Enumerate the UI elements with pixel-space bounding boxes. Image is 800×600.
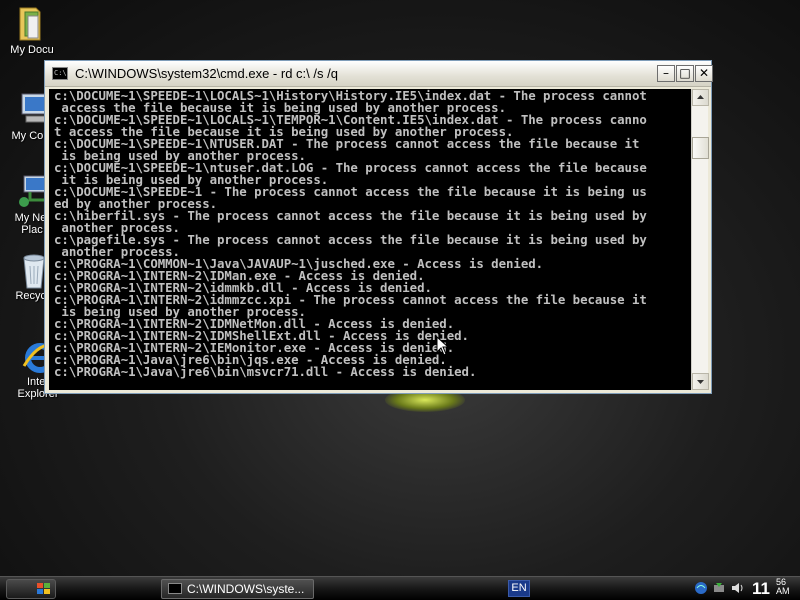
desktop-icon-my-documents[interactable]: My Docu <box>0 4 70 56</box>
minimize-icon: – <box>663 66 669 80</box>
console-output[interactable]: c:\DOCUME~1\SPEEDE~1\LOCALS~1\History\Hi… <box>49 89 691 390</box>
clock-hour: 11 <box>752 579 770 598</box>
maximize-button[interactable]: □ <box>676 65 694 82</box>
cmd-window[interactable]: C:\ C:\WINDOWS\system32\cmd.exe - rd c:\… <box>44 60 713 394</box>
window-title: C:\WINDOWS\system32\cmd.exe - rd c:\ /s … <box>75 66 338 81</box>
taskbar-item-cmd[interactable]: C:\WINDOWS\syste... <box>161 579 314 599</box>
volume-icon[interactable] <box>730 581 744 595</box>
safely-remove-hardware-icon[interactable] <box>712 581 726 595</box>
language-indicator[interactable]: EN <box>508 580 530 597</box>
close-icon: ✕ <box>698 66 710 80</box>
windows-flag-icon <box>37 583 50 594</box>
arrow-down-icon <box>697 380 704 384</box>
title-bar[interactable]: C:\ C:\WINDOWS\system32\cmd.exe - rd c:\… <box>45 61 713 87</box>
vertical-scrollbar[interactable] <box>691 89 709 390</box>
scroll-up-button[interactable] <box>692 89 709 106</box>
taskbar-item-label: C:\WINDOWS\syste... <box>187 582 305 596</box>
cmd-icon[interactable]: C:\ <box>52 67 68 80</box>
scrollbar-thumb[interactable] <box>692 137 709 159</box>
mouse-pointer-icon <box>436 336 450 356</box>
minimize-button[interactable]: – <box>657 65 675 82</box>
start-button[interactable] <box>6 579 56 599</box>
scroll-down-button[interactable] <box>692 373 709 390</box>
close-button[interactable]: ✕ <box>695 65 713 82</box>
clock-minute-ampm: 56 AM <box>776 578 796 596</box>
arrow-up-icon <box>697 95 704 99</box>
maximize-icon: □ <box>679 66 691 80</box>
console-line: c:\PROGRA~1\Java\jre6\bin\msvcr71.dll - … <box>54 364 477 379</box>
cmd-icon <box>168 583 182 595</box>
folder-icon <box>14 4 50 41</box>
network-icon[interactable] <box>694 581 708 595</box>
taskbar: C:\WINDOWS\syste... EN 11 56 AM <box>0 576 800 600</box>
desktop-icon-label: My Docu <box>10 44 54 56</box>
clock-ampm: AM <box>776 586 790 596</box>
